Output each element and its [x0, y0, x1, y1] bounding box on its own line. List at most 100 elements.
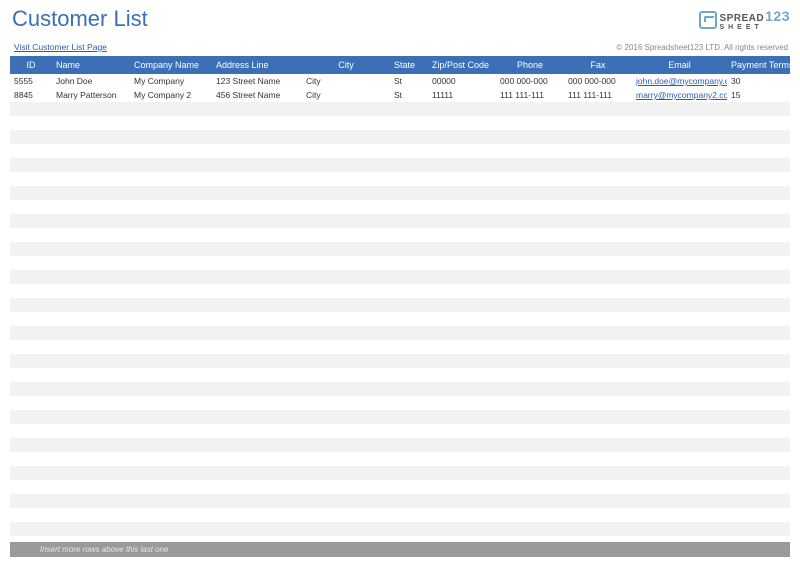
empty-cell — [52, 270, 130, 284]
empty-cell — [428, 228, 496, 242]
table-row[interactable] — [10, 256, 790, 270]
empty-cell — [632, 494, 727, 508]
table-row[interactable] — [10, 116, 790, 130]
empty-cell — [496, 466, 564, 480]
cell-id: 8845 — [10, 88, 52, 102]
table-row[interactable] — [10, 522, 790, 536]
empty-cell — [428, 326, 496, 340]
table-header-row: ID Name Company Name Address Line City S… — [10, 56, 790, 74]
table-row[interactable] — [10, 396, 790, 410]
table-row[interactable] — [10, 186, 790, 200]
table-row[interactable] — [10, 340, 790, 354]
empty-cell — [212, 144, 302, 158]
empty-cell — [727, 256, 790, 270]
empty-cell — [52, 494, 130, 508]
visit-customer-list-link[interactable]: Visit Customer List Page — [14, 42, 107, 52]
empty-cell — [496, 508, 564, 522]
logo-text-spread: SPREAD — [719, 13, 764, 24]
table-row[interactable] — [10, 312, 790, 326]
cell-email[interactable]: john.doe@mycompany.com — [632, 74, 727, 88]
table-row[interactable] — [10, 466, 790, 480]
empty-cell — [632, 130, 727, 144]
empty-cell — [212, 116, 302, 130]
table-row[interactable]: 5555John DoeMy Company123 Street NameCit… — [10, 74, 790, 88]
table-row[interactable] — [10, 494, 790, 508]
empty-cell — [130, 186, 212, 200]
empty-cell — [390, 466, 428, 480]
empty-cell — [496, 144, 564, 158]
empty-cell — [496, 200, 564, 214]
table-row[interactable] — [10, 354, 790, 368]
empty-cell — [727, 186, 790, 200]
empty-cell — [10, 438, 52, 452]
empty-cell — [52, 410, 130, 424]
empty-cell — [302, 102, 390, 116]
empty-cell — [564, 256, 632, 270]
empty-cell — [302, 158, 390, 172]
empty-cell — [10, 340, 52, 354]
cell-email[interactable]: marry@mycompany2.com — [632, 88, 727, 102]
table-row[interactable] — [10, 382, 790, 396]
table-row[interactable] — [10, 480, 790, 494]
table-row[interactable] — [10, 452, 790, 466]
table-row[interactable] — [10, 228, 790, 242]
empty-cell — [130, 326, 212, 340]
empty-cell — [390, 256, 428, 270]
empty-cell — [130, 522, 212, 536]
table-row[interactable] — [10, 158, 790, 172]
empty-cell — [212, 382, 302, 396]
empty-cell — [564, 382, 632, 396]
table-row[interactable]: 8845Marry PattersonMy Company 2456 Stree… — [10, 88, 790, 102]
empty-cell — [390, 312, 428, 326]
empty-cell — [632, 312, 727, 326]
empty-cell — [428, 270, 496, 284]
table-row[interactable] — [10, 284, 790, 298]
empty-cell — [727, 102, 790, 116]
table-row[interactable] — [10, 326, 790, 340]
empty-cell — [10, 298, 52, 312]
empty-cell — [212, 326, 302, 340]
col-header-id: ID — [10, 56, 52, 74]
empty-cell — [10, 494, 52, 508]
table-row[interactable] — [10, 214, 790, 228]
empty-cell — [390, 172, 428, 186]
table-row[interactable] — [10, 102, 790, 116]
empty-cell — [564, 424, 632, 438]
table-row[interactable] — [10, 438, 790, 452]
cell-company: My Company 2 — [130, 88, 212, 102]
table-row[interactable] — [10, 368, 790, 382]
empty-cell — [496, 522, 564, 536]
empty-cell — [564, 158, 632, 172]
empty-cell — [727, 312, 790, 326]
empty-cell — [302, 284, 390, 298]
empty-cell — [10, 424, 52, 438]
empty-cell — [302, 494, 390, 508]
empty-cell — [564, 172, 632, 186]
table-row[interactable] — [10, 298, 790, 312]
table-row[interactable] — [10, 270, 790, 284]
empty-cell — [130, 270, 212, 284]
empty-cell — [10, 466, 52, 480]
empty-cell — [212, 410, 302, 424]
table-row[interactable] — [10, 200, 790, 214]
empty-cell — [727, 130, 790, 144]
empty-cell — [130, 228, 212, 242]
table-row[interactable] — [10, 424, 790, 438]
table-row[interactable] — [10, 144, 790, 158]
empty-cell — [10, 158, 52, 172]
empty-cell — [727, 228, 790, 242]
empty-cell — [727, 396, 790, 410]
table-row[interactable] — [10, 242, 790, 256]
empty-cell — [564, 214, 632, 228]
table-row[interactable] — [10, 508, 790, 522]
table-row[interactable] — [10, 130, 790, 144]
empty-cell — [632, 214, 727, 228]
empty-cell — [10, 452, 52, 466]
empty-cell — [302, 200, 390, 214]
empty-cell — [390, 508, 428, 522]
empty-cell — [496, 494, 564, 508]
table-row[interactable] — [10, 410, 790, 424]
table-row[interactable] — [10, 172, 790, 186]
empty-cell — [52, 354, 130, 368]
empty-cell — [52, 200, 130, 214]
